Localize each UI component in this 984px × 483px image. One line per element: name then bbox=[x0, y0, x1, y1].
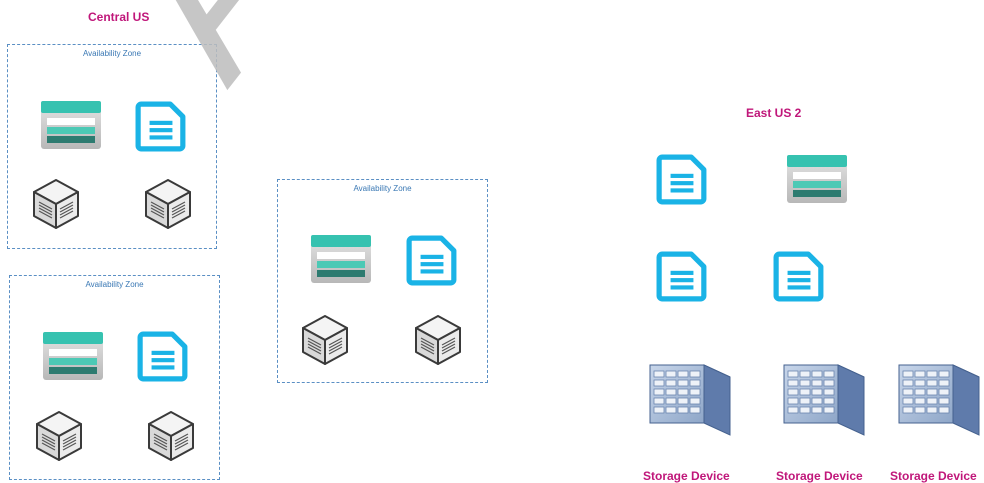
vm-cube-icon[interactable] bbox=[31, 177, 81, 231]
region-title-east-us-2: East US 2 bbox=[746, 106, 802, 120]
storage-device-icon[interactable] bbox=[891, 357, 981, 439]
zone-label: Availability Zone bbox=[82, 49, 142, 58]
zone-label: Availability Zone bbox=[353, 184, 412, 193]
document-icon[interactable] bbox=[135, 100, 187, 152]
document-icon[interactable] bbox=[656, 153, 708, 205]
document-icon[interactable] bbox=[656, 250, 708, 302]
availability-zone-1[interactable]: Availability Zone bbox=[7, 44, 217, 249]
storage-account-icon[interactable] bbox=[787, 155, 847, 203]
storage-device-icon[interactable] bbox=[776, 357, 866, 439]
vm-cube-icon[interactable] bbox=[34, 409, 84, 463]
availability-zone-3[interactable]: Availability Zone bbox=[277, 179, 488, 383]
document-icon[interactable] bbox=[773, 250, 825, 302]
document-icon[interactable] bbox=[406, 234, 458, 286]
region-title-central-us: Central US bbox=[88, 10, 150, 24]
availability-zone-2[interactable]: Availability Zone bbox=[9, 275, 220, 480]
storage-account-icon[interactable] bbox=[41, 101, 101, 149]
document-icon[interactable] bbox=[137, 330, 189, 382]
zone-label: Availability Zone bbox=[85, 280, 144, 289]
storage-account-icon[interactable] bbox=[311, 235, 371, 283]
vm-cube-icon[interactable] bbox=[413, 313, 463, 367]
vm-cube-icon[interactable] bbox=[146, 409, 196, 463]
storage-account-icon[interactable] bbox=[43, 332, 103, 380]
storage-device-icon[interactable] bbox=[642, 357, 732, 439]
vm-cube-icon[interactable] bbox=[300, 313, 350, 367]
vm-cube-icon[interactable] bbox=[143, 177, 193, 231]
